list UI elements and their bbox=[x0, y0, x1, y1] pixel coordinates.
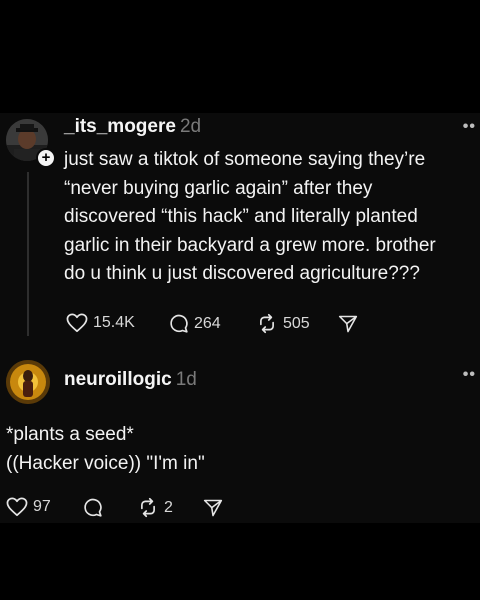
post-text-line: discovered “this hack” and literally pla… bbox=[64, 206, 418, 227]
repost-button[interactable]: 2 bbox=[137, 497, 173, 518]
share-button[interactable] bbox=[203, 498, 223, 518]
repost-button[interactable]: 505 bbox=[256, 313, 310, 334]
share-icon bbox=[203, 499, 223, 517]
post-time: 2d bbox=[179, 116, 202, 137]
comment-count: 264 bbox=[194, 314, 221, 332]
post-author[interactable]: _its_mogere 2d bbox=[64, 116, 201, 138]
profile-photo bbox=[6, 360, 50, 404]
thread-connector-line bbox=[27, 172, 29, 336]
heart-icon bbox=[6, 497, 28, 517]
share-icon bbox=[338, 315, 358, 333]
like-button[interactable]: 97 bbox=[6, 497, 51, 517]
reply-author[interactable]: neuroillogic 1d bbox=[64, 369, 197, 391]
username[interactable]: _its_mogere bbox=[64, 116, 176, 137]
repost-icon bbox=[141, 497, 155, 518]
post-text-line: “never buying garlic again” after they bbox=[64, 177, 373, 199]
reply-text: *plants a seed* ((Hacker voice)) "I'm in… bbox=[6, 420, 466, 478]
reply-text-line: ((Hacker voice)) "I'm in" bbox=[6, 453, 205, 474]
more-options-icon[interactable]: •• bbox=[463, 118, 476, 136]
repost-icon bbox=[260, 313, 274, 334]
comment-button[interactable] bbox=[82, 497, 103, 518]
like-count: 97 bbox=[33, 498, 51, 515]
comment-icon bbox=[170, 314, 188, 333]
like-count: 15.4K bbox=[93, 314, 135, 331]
post-text-line: garlic in their backyard a grew more. br… bbox=[64, 234, 436, 256]
post-text-line: do u think u just discovered agriculture… bbox=[64, 263, 420, 284]
comment-button[interactable]: 264 bbox=[168, 313, 221, 334]
like-button[interactable]: 15.4K bbox=[66, 313, 135, 333]
repost-count: 2 bbox=[164, 498, 173, 516]
username[interactable]: neuroillogic bbox=[64, 369, 172, 390]
comment-icon bbox=[84, 498, 102, 517]
reply-text-line: *plants a seed* bbox=[6, 424, 134, 445]
follow-plus-icon[interactable]: + bbox=[36, 148, 56, 168]
share-button[interactable] bbox=[338, 314, 358, 334]
post-text-line: just saw a tiktok of someone saying they… bbox=[64, 149, 426, 170]
post-text: just saw a tiktok of someone saying they… bbox=[64, 146, 474, 289]
avatar[interactable] bbox=[6, 360, 50, 404]
repost-count: 505 bbox=[283, 314, 310, 332]
reply-time: 1d bbox=[175, 369, 197, 390]
more-options-icon[interactable]: •• bbox=[463, 366, 476, 384]
heart-icon bbox=[66, 313, 88, 333]
